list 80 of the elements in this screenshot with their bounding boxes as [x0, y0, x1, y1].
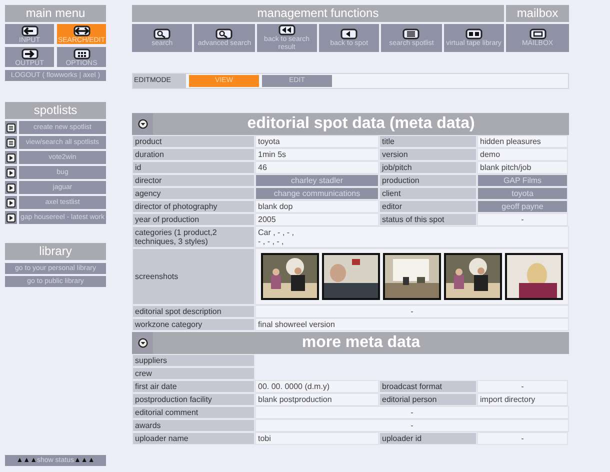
field-value: demo [477, 148, 568, 161]
search-icon [215, 28, 234, 40]
panel-header: management functions [132, 5, 504, 22]
field-label: id [132, 161, 255, 174]
play-icon [6, 212, 16, 222]
category-value: Car , - , - , - , - , - , [255, 226, 569, 248]
field-value: blank dop [255, 200, 379, 213]
panel-header: mailbox [506, 5, 569, 22]
field-label: product [132, 135, 255, 148]
panel-header: spotlists [5, 102, 106, 119]
field-label: categories (1 product,2 techniques, 3 styles) [132, 226, 255, 248]
field-value: 1min 5s [255, 148, 379, 161]
value-link[interactable]: charley stadler [255, 174, 379, 187]
field-label: editorial comment [132, 406, 255, 419]
value-link[interactable]: change communications [255, 187, 379, 200]
arrow-out-icon [20, 48, 38, 60]
mail-icon [528, 28, 546, 40]
field-value: tobi [255, 432, 379, 445]
field-label: title [379, 135, 477, 148]
field-label: uploader name [132, 432, 255, 445]
value-link[interactable]: toyota [477, 187, 568, 200]
field-value: toyota [255, 135, 379, 148]
play-icon [6, 198, 16, 208]
field-value: final showreel version [255, 318, 569, 331]
field-label: director of photography [132, 200, 255, 213]
field-value: 00. 00. 0000 (d.m.y) [255, 380, 379, 393]
field-value: - [477, 380, 568, 393]
field-label: editor [379, 200, 477, 213]
field-label: director [132, 174, 255, 187]
double-arrow-icon [72, 24, 90, 36]
rewind-icon [278, 24, 296, 36]
field-value: blank pitch/job [477, 161, 568, 174]
arrow-in-icon [20, 24, 38, 36]
field-label: workzone category [132, 318, 255, 331]
collapse-icon[interactable] [138, 119, 148, 129]
value-link[interactable]: geoff payne [477, 200, 568, 213]
search-icon [153, 28, 172, 40]
list-icon [6, 122, 16, 132]
value-link[interactable]: GAP Films [477, 174, 568, 187]
back-icon [340, 28, 358, 40]
field-label: suppliers [132, 354, 255, 367]
field-value: import directory [477, 393, 568, 406]
field-label: screenshots [132, 248, 255, 305]
field-label: version [379, 148, 477, 161]
field-label: duration [132, 148, 255, 161]
field-value: 2005 [255, 213, 379, 226]
field-label: crew [132, 367, 255, 380]
field-label: editorial spot description [132, 305, 255, 318]
panel-header: library [5, 243, 106, 260]
list-icon [6, 138, 16, 148]
section-title: editorial spot data (meta data) [246, 114, 476, 134]
field-value: blank postproduction [255, 393, 379, 406]
list-icon [402, 28, 420, 40]
field-label: status of this spot [379, 213, 477, 226]
field-value: hidden pleasures [477, 135, 568, 148]
field-value: - [255, 406, 569, 419]
play-icon [6, 152, 16, 162]
field-value: - [255, 305, 569, 318]
section-title: more meta data [300, 333, 422, 353]
field-label: broadcast format [379, 380, 477, 393]
collapse-icon[interactable] [138, 338, 148, 348]
field-label: year of production [132, 213, 255, 226]
grid-icon [72, 48, 90, 60]
field-label: editorial person [379, 393, 477, 406]
field-value: 46 [255, 161, 379, 174]
field-value: - [255, 419, 569, 432]
field-label: job/pitch [379, 161, 477, 174]
field-label: agency [132, 187, 255, 200]
panel-header: main menu [5, 5, 106, 22]
field-label: uploader id [379, 432, 477, 445]
field-value: - [477, 213, 568, 226]
play-icon [6, 168, 16, 178]
field-label: awards [132, 419, 255, 432]
field-label: production [379, 174, 477, 187]
field-label: first air date [132, 380, 255, 393]
field-label: postproduction facility [132, 393, 255, 406]
tape-icon [464, 28, 483, 40]
field-label: client [379, 187, 477, 200]
play-icon [6, 182, 16, 192]
field-value: - [477, 432, 568, 445]
